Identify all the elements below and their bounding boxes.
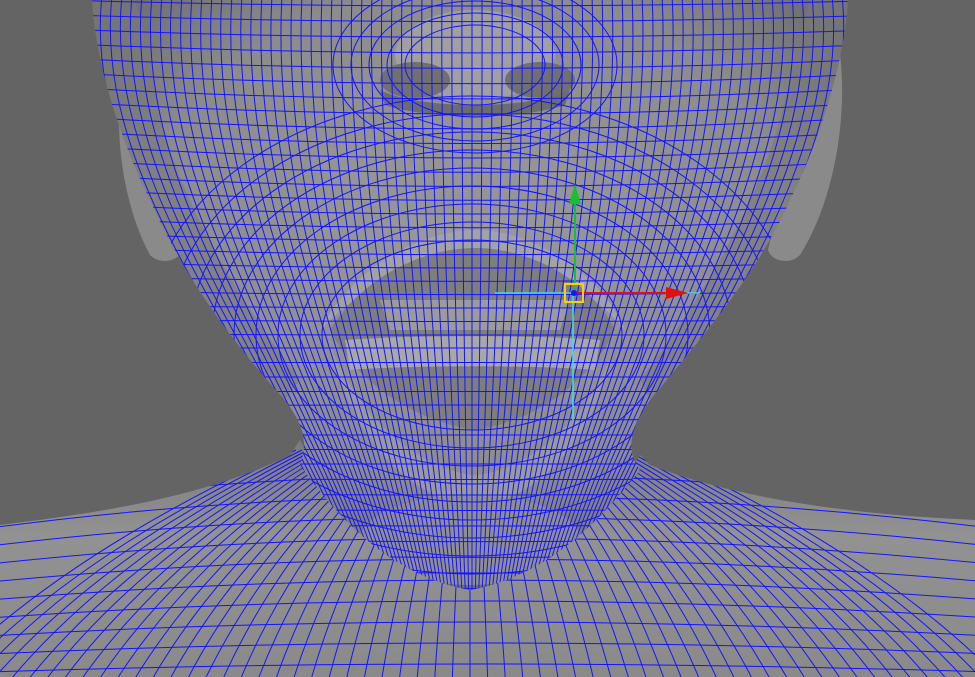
- wire-edge: [92, 375, 848, 378]
- pivot-point: [571, 290, 577, 296]
- 3d-viewport[interactable]: [0, 0, 975, 677]
- viewport-canvas[interactable]: [0, 0, 975, 677]
